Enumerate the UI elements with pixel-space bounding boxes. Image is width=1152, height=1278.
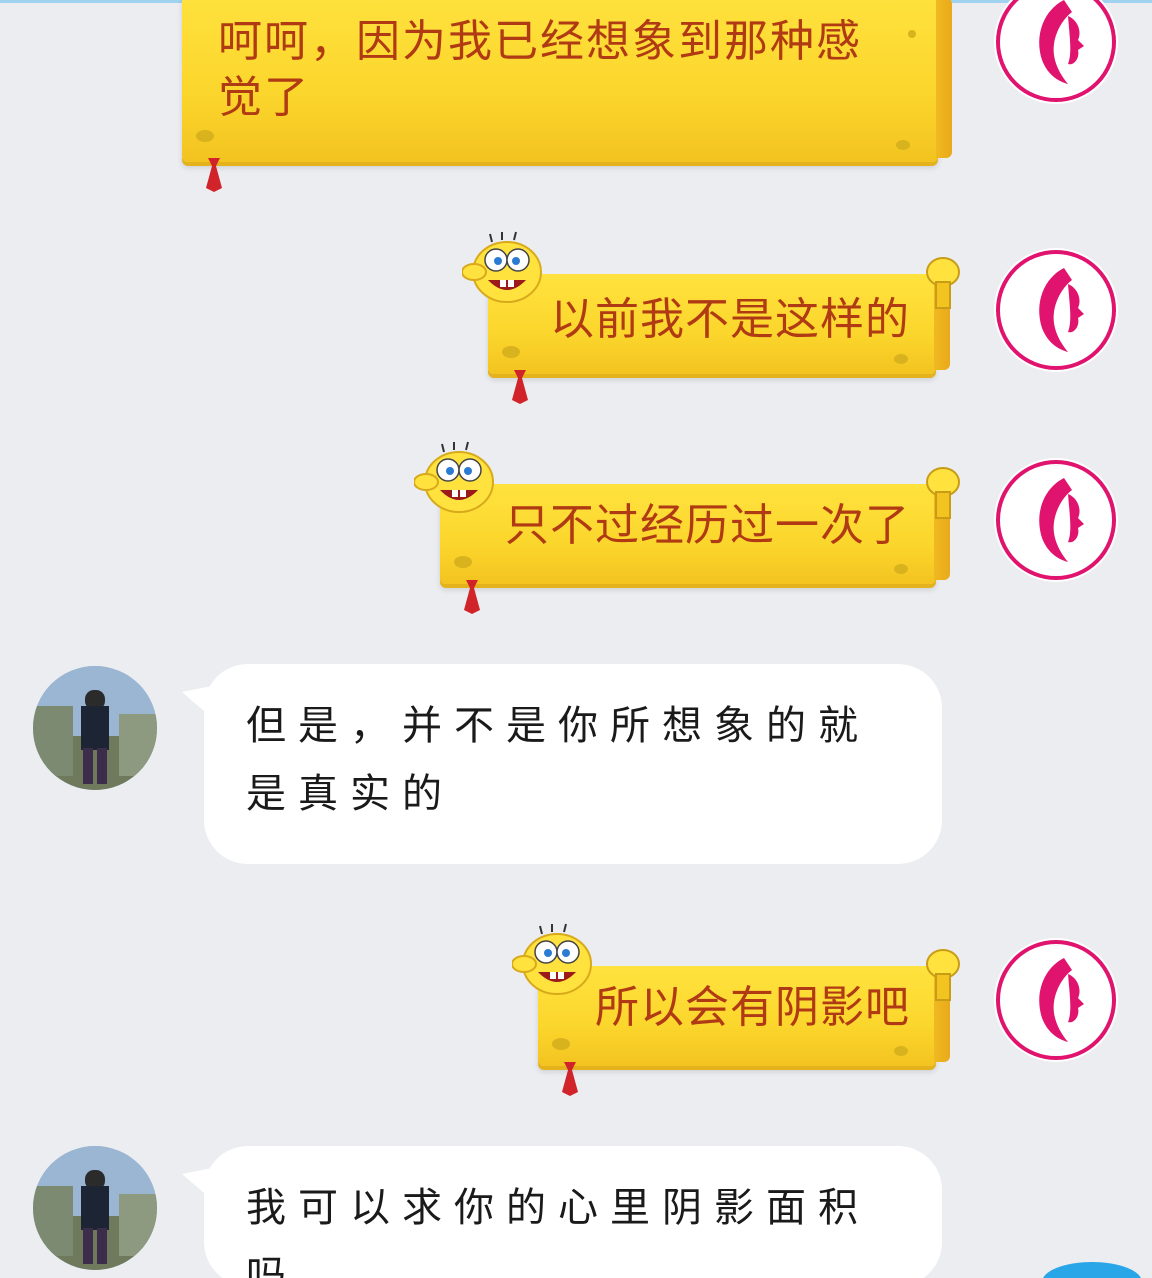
sponge-hole bbox=[908, 30, 916, 38]
message-bubble-sent[interactable]: 只不过经历过一次了 bbox=[414, 441, 960, 614]
red-tie-icon bbox=[464, 580, 480, 614]
self-avatar[interactable] bbox=[994, 938, 1118, 1062]
female-profile-logo-icon bbox=[996, 250, 1116, 370]
person-photo-avatar bbox=[33, 1146, 157, 1270]
self-avatar[interactable] bbox=[994, 458, 1118, 582]
spongebob-face-icon bbox=[414, 441, 494, 513]
message-text: 但是，并不是你所想象的就是真实的 bbox=[246, 703, 870, 817]
self-avatar[interactable] bbox=[994, 0, 1118, 104]
sponge-hole bbox=[894, 354, 908, 364]
red-tie-icon bbox=[562, 1062, 578, 1096]
message-text: 所以会有阴影吧 bbox=[595, 982, 910, 1033]
female-profile-logo-icon bbox=[996, 0, 1116, 102]
message-bubble-received[interactable]: 我可以求你的心里阴影面积吗 bbox=[182, 1146, 942, 1278]
sponge-hole bbox=[894, 1046, 908, 1056]
peer-avatar[interactable] bbox=[33, 666, 157, 790]
sponge-hole bbox=[894, 564, 908, 574]
thumbs-up-icon bbox=[926, 949, 960, 1001]
female-profile-logo-icon bbox=[996, 940, 1116, 1060]
person-photo-avatar bbox=[33, 666, 157, 790]
sponge-hole bbox=[454, 556, 472, 568]
sponge-hole bbox=[196, 130, 214, 142]
peer-avatar[interactable] bbox=[33, 1146, 157, 1270]
sponge-hole bbox=[896, 140, 910, 150]
message-text: 以前我不是这样的 bbox=[550, 294, 910, 345]
partial-blue-button[interactable] bbox=[1042, 1262, 1142, 1278]
self-avatar[interactable] bbox=[994, 248, 1118, 372]
spongebob-face-icon bbox=[462, 231, 542, 303]
sponge-hole bbox=[502, 346, 520, 358]
red-tie-icon bbox=[206, 158, 222, 192]
message-bubble-sent[interactable]: 以前我不是这样的 bbox=[462, 231, 960, 404]
message-text: 只不过经历过一次了 bbox=[505, 500, 910, 551]
female-profile-logo-icon bbox=[996, 460, 1116, 580]
thumbs-up-icon bbox=[926, 257, 960, 309]
red-tie-icon bbox=[512, 370, 528, 404]
message-text: 我可以求你的心里阴影面积吗 bbox=[246, 1185, 870, 1278]
chat-thread[interactable]: 呵呵，因为我已经想象到那种感觉了 以前我不是这样的 只不过经历过一次了 但是，并… bbox=[0, 0, 1152, 1278]
spongebob-face-icon bbox=[512, 923, 592, 995]
message-bubble-received[interactable]: 但是，并不是你所想象的就是真实的 bbox=[182, 664, 942, 864]
message-bubble-sent[interactable]: 呵呵，因为我已经想象到那种感觉了 bbox=[182, 0, 952, 192]
thumbs-up-icon bbox=[926, 467, 960, 519]
sponge-hole bbox=[552, 1038, 570, 1050]
message-text: 呵呵，因为我已经想象到那种感觉了 bbox=[218, 16, 862, 123]
message-bubble-sent[interactable]: 所以会有阴影吧 bbox=[512, 923, 960, 1096]
